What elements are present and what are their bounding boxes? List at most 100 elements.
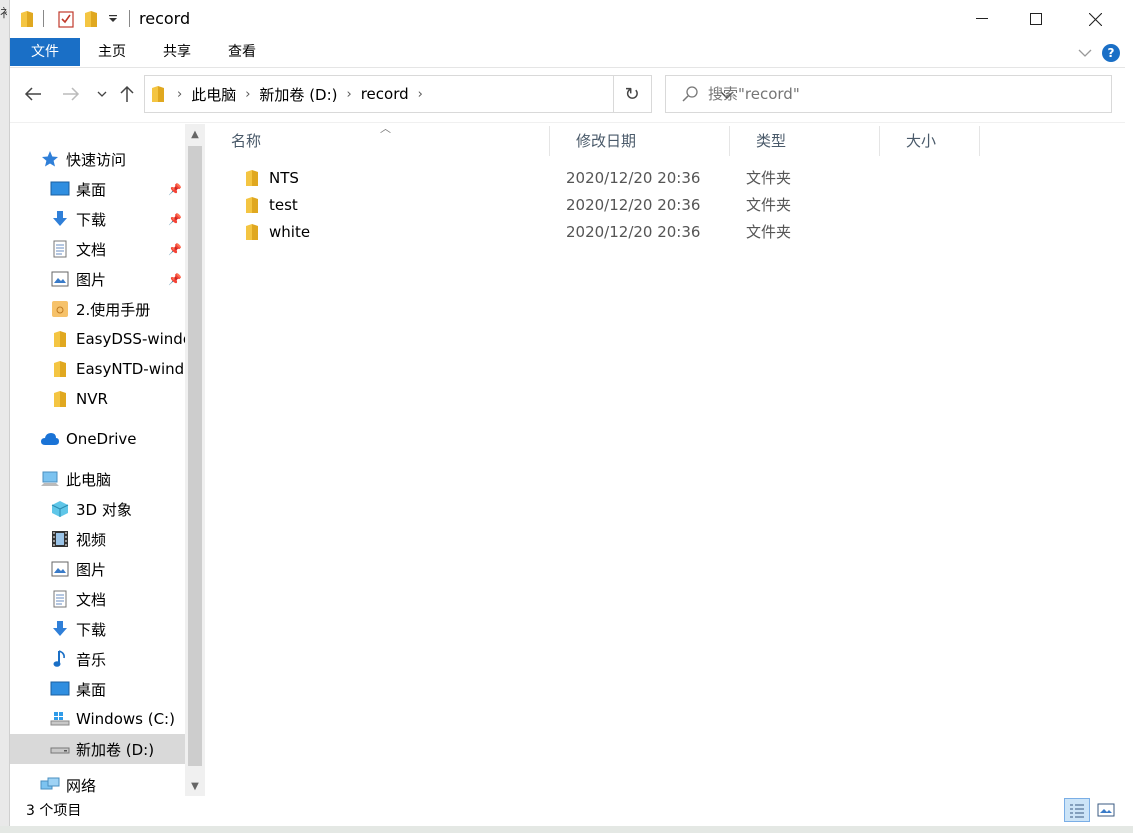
close-button[interactable]	[1066, 0, 1124, 38]
tab-file[interactable]: 文件	[10, 38, 80, 66]
column-header-size[interactable]: 大小	[880, 126, 980, 156]
table-row[interactable]: white 2020/12/20 20:36 文件夹	[231, 218, 1131, 245]
scroll-thumb[interactable]	[188, 146, 202, 766]
column-header-type[interactable]: 类型	[730, 126, 880, 156]
nav-quick-nvr[interactable]: NVR	[10, 384, 185, 414]
file-type: 文件夹	[746, 196, 792, 214]
nav-pc-videos[interactable]: 视频	[10, 524, 185, 554]
nav-pc-music[interactable]: 音乐	[10, 644, 185, 674]
ribbon-tabs: 文件 主页 共享 查看 ?	[10, 38, 1125, 68]
folder-icon	[50, 299, 70, 319]
expand-ribbon-chevron-icon[interactable]	[1078, 46, 1092, 62]
refresh-button[interactable]: ↻	[613, 75, 652, 113]
file-name: NTS	[269, 168, 299, 187]
column-header-date[interactable]: 修改日期	[550, 126, 730, 156]
nav-pc-documents[interactable]: 文档	[10, 584, 185, 614]
scroll-up-icon[interactable]: ▲	[185, 124, 205, 144]
nav-pc-desktop[interactable]: 桌面	[10, 674, 185, 704]
column-header-name[interactable]: 名称	[205, 126, 550, 156]
nav-scrollbar[interactable]: ▲ ▼	[185, 124, 205, 796]
nav-label: 2.使用手册	[76, 300, 151, 319]
background-window-edge: 衤	[0, 0, 9, 833]
up-arrow-icon[interactable]	[116, 82, 138, 106]
nav-pc-3d-objects[interactable]: 3D 对象	[10, 494, 185, 524]
breadcrumb-this-pc[interactable]: 此电脑	[186, 84, 241, 105]
breadcrumb-record[interactable]: record	[356, 85, 414, 103]
search-input[interactable]	[708, 85, 1088, 103]
file-date: 2020/12/20 20:36	[566, 222, 701, 241]
search-box[interactable]	[665, 75, 1112, 113]
customize-toolbar-icon[interactable]	[108, 8, 118, 30]
back-arrow-icon[interactable]	[22, 82, 44, 106]
file-name: white	[269, 222, 311, 241]
new-folder-icon[interactable]	[84, 8, 98, 30]
nav-label: OneDrive	[66, 430, 137, 448]
nav-quick-desktop[interactable]: 桌面 📌	[10, 174, 185, 204]
nav-pc-pictures[interactable]: 图片	[10, 554, 185, 584]
nav-label: 桌面	[76, 180, 107, 199]
nav-this-pc[interactable]: 此电脑	[10, 464, 185, 494]
breadcrumb-chevron-icon[interactable]: ›	[343, 87, 356, 102]
nav-quick-pictures[interactable]: 图片 📌	[10, 264, 185, 294]
nav-label: EasyDSS-windo	[76, 330, 185, 348]
nav-label: 下载	[76, 620, 107, 639]
drive-d-icon	[50, 739, 70, 759]
desktop-icon	[50, 679, 70, 699]
table-row[interactable]: NTS 2020/12/20 20:36 文件夹	[231, 164, 1131, 191]
picture-icon	[50, 269, 70, 289]
recent-locations-chevron-icon[interactable]	[91, 82, 113, 106]
maximize-button[interactable]	[1007, 0, 1065, 38]
nav-label: 快速访问	[66, 150, 127, 169]
help-icon[interactable]: ?	[1102, 44, 1120, 62]
file-type: 文件夹	[746, 223, 792, 241]
folder-icon	[50, 359, 70, 379]
refresh-icon: ↻	[624, 83, 640, 105]
pin-icon[interactable]: 📌	[168, 273, 182, 286]
nav-label: 此电脑	[66, 470, 112, 489]
scroll-down-icon[interactable]: ▼	[185, 776, 205, 796]
large-icons-view-icon[interactable]	[1093, 798, 1119, 822]
file-explorer-window: record 文件 主页 共享 查看 ? › 此电脑 › 新加卷 (D:) › …	[9, 0, 1125, 826]
nav-network[interactable]: 网络	[10, 774, 185, 796]
forward-arrow-icon[interactable]	[60, 82, 82, 106]
breadcrumb-drive-d[interactable]: 新加卷 (D:)	[254, 84, 342, 105]
download-icon	[50, 209, 70, 229]
nav-quick-manual[interactable]: 2.使用手册	[10, 294, 185, 324]
pin-icon[interactable]: 📌	[168, 183, 182, 196]
file-date: 2020/12/20 20:36	[566, 195, 701, 214]
nav-pc-drive-d[interactable]: 新加卷 (D:)	[10, 734, 185, 764]
toolbar-separator	[43, 10, 44, 27]
nav-pc-drive-c[interactable]: Windows (C:)	[10, 704, 185, 734]
nav-pc-downloads[interactable]: 下载	[10, 614, 185, 644]
folder-icon	[245, 169, 259, 187]
status-bar: 3 个项目	[10, 796, 1125, 826]
breadcrumb-chevron-icon[interactable]: ›	[241, 87, 254, 102]
pin-icon[interactable]: 📌	[168, 243, 182, 256]
navigation-bar: › 此电脑 › 新加卷 (D:) › record › ↻	[10, 68, 1125, 123]
pin-icon[interactable]: 📌	[168, 213, 182, 226]
computer-icon	[40, 469, 60, 489]
nav-quick-documents[interactable]: 文档 📌	[10, 234, 185, 264]
breadcrumb-chevron-icon[interactable]: ›	[173, 87, 186, 102]
network-icon	[40, 775, 60, 795]
tab-home[interactable]: 主页	[86, 38, 138, 66]
nav-label: 文档	[76, 590, 107, 609]
tab-share[interactable]: 共享	[151, 38, 203, 66]
nav-quick-easyntd[interactable]: EasyNTD-windo	[10, 354, 185, 384]
nav-quick-easydss[interactable]: EasyDSS-windo	[10, 324, 185, 354]
properties-icon[interactable]	[58, 8, 74, 30]
nav-label: Windows (C:)	[76, 710, 175, 728]
cloud-icon	[40, 429, 60, 449]
nav-onedrive[interactable]: OneDrive	[10, 424, 185, 454]
details-view-icon[interactable]	[1064, 798, 1090, 822]
table-row[interactable]: test 2020/12/20 20:36 文件夹	[231, 191, 1131, 218]
nav-label: 下载	[76, 210, 107, 229]
minimize-button[interactable]	[953, 0, 1011, 38]
nav-quick-downloads[interactable]: 下载 📌	[10, 204, 185, 234]
tab-view[interactable]: 查看	[216, 38, 268, 66]
navigation-pane: 快速访问 桌面 📌 下载 📌 文档 📌 图片 📌 2.使用手册 EasyDSS-…	[10, 124, 205, 796]
nav-quick-access[interactable]: 快速访问	[10, 144, 185, 174]
file-date: 2020/12/20 20:36	[566, 168, 701, 187]
breadcrumb-chevron-icon[interactable]: ›	[414, 87, 427, 102]
address-bar[interactable]: › 此电脑 › 新加卷 (D:) › record ›	[144, 75, 734, 113]
